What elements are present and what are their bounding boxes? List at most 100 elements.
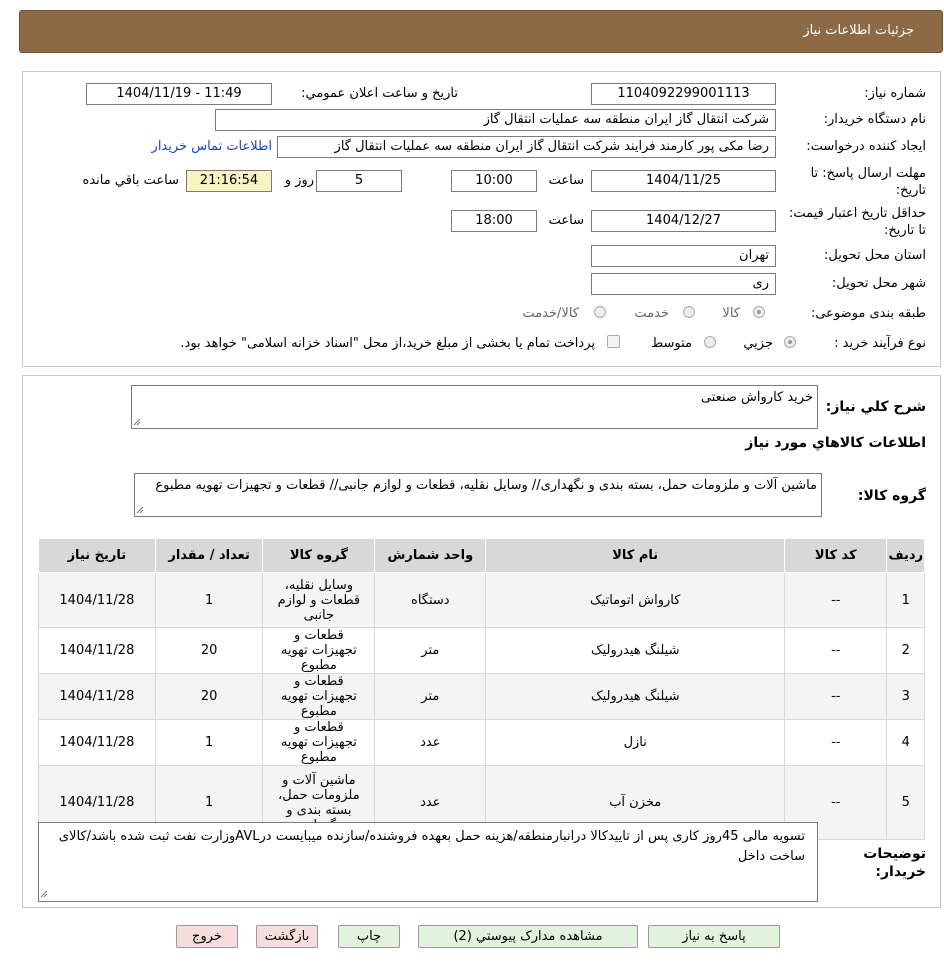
goods-group-label: گروه کالا: [857,488,926,504]
notes-text: تسویه مالی 45روز کاری پس از تاییدکالا در… [58,829,805,864]
goods-info-title: اطلاعات كالاهاي مورد نياز [745,435,926,451]
goods-table: رديف کد کالا نام کالا واحد شمارش گروه کا… [38,538,925,840]
cell-group: وسایل نقلیه، قطعات و لوازم جانبی [262,572,376,628]
table-row: 3 -- شیلنگ هیدرولیک متر قطعات و تجهیزات … [38,673,925,720]
reply-button[interactable]: پاسخ به نياز [648,925,780,948]
creator-field: رضا مکی پور کارمند فرایند شرکت انتقال گا… [277,136,776,158]
category-option-goods-service: کالا/خدمت [522,306,579,321]
table-header-row: رديف کد کالا نام کالا واحد شمارش گروه کا… [38,538,925,573]
payment-note: پرداخت تمام یا بخشی از مبلغ خرید،از محل … [180,336,595,351]
cell-name: نازل [485,719,786,766]
buyer-org-label: نام دستگاه خريدار: [823,112,926,127]
process-label: نوع فرآیند خرید : [834,336,926,351]
remaining-time-field: 21:16:54 [186,170,272,192]
table-row: 2 -- شیلنگ هیدرولیک متر قطعات و تجهیزات … [38,627,925,674]
need-number-label: شماره نیاز: [864,86,926,101]
need-number-field: 1104092299001113 [591,83,776,105]
cell-date: 1404/11/28 [38,627,156,674]
exit-button[interactable]: خروج [176,925,238,948]
resize-grip-icon[interactable] [40,890,48,898]
col-qty: تعداد / مقدار [154,538,264,573]
cell-row: 5 [886,765,925,840]
treasury-checkbox[interactable] [607,335,620,348]
col-row: رديف [886,538,925,573]
cell-unit: متر [374,673,487,720]
page-header: جزئیات اطلاعات نیاز [19,10,943,53]
cell-row: 2 [886,627,925,674]
process-option-medium: متوسط [651,336,692,351]
category-option-service: خدمت [634,306,669,321]
deadline-time-field: 10:00 [451,170,537,192]
cell-row: 4 [886,719,925,766]
announce-label: تاریخ و ساعت اعلان عمومي: [301,86,458,101]
view-attachments-button[interactable]: مشاهده مدارک پيوستي (2) [418,925,638,948]
page-title: جزئیات اطلاعات نیاز [803,23,914,38]
remaining-label: ساعت باقي مانده [82,173,179,188]
province-field: تهران [591,245,776,267]
notes-label: توضيحات خريدار: [863,846,926,880]
cell-name: کارواش اتوماتیک [485,572,786,628]
resize-grip-icon[interactable] [133,418,141,426]
cell-unit: متر [374,627,487,674]
cell-unit: عدد [374,719,487,766]
cell-row: 3 [886,673,925,720]
col-code: کد کالا [784,538,888,573]
days-field: 5 [316,170,402,192]
cell-name: شیلنگ هیدرولیک [485,673,786,720]
category-label: طبقه بندی موضوعی: [810,306,926,321]
col-unit: واحد شمارش [374,538,487,573]
announce-field: 1404/11/19 - 11:49 [86,83,272,105]
cell-qty: 1 [154,719,264,766]
process-radio-minor[interactable] [784,336,796,348]
resize-grip-icon[interactable] [136,506,144,514]
print-button[interactable]: چاپ [338,925,400,948]
col-name: نام کالا [485,538,786,573]
validity-label: حداقل تاريخ اعتبار قيمت: تا تاريخ: [788,206,926,238]
cell-code: -- [784,572,888,628]
cell-code: -- [784,719,888,766]
city-label: شهر محل تحويل: [831,276,926,291]
process-option-minor: جزيي [743,336,773,351]
cell-group: قطعات و تجهیزات تهویه مطبوع [262,719,376,766]
cell-unit: دستگاه [374,572,487,628]
cell-date: 1404/11/28 [38,673,156,720]
validity-date-field: 1404/12/27 [591,210,776,232]
deadline-time-label: ساعت [548,173,584,188]
cell-row: 1 [886,572,925,628]
cell-qty: 20 [154,673,264,720]
buyer-org-field: شرکت انتقال گاز ایران منطقه سه عملیات ان… [215,109,776,131]
cell-group: قطعات و تجهیزات تهویه مطبوع [262,627,376,674]
category-radio-goods[interactable] [753,306,765,318]
category-option-goods: کالا [722,306,740,321]
province-label: استان محل تحويل: [824,248,926,263]
summary-label: شرح كلي نياز: [825,399,926,415]
creator-label: ایجاد کننده درخواست: [806,139,926,154]
cell-name: شیلنگ هیدرولیک [485,627,786,674]
deadline-date-field: 1404/11/25 [591,170,776,192]
buyer-contact-link[interactable]: اطلاعات تماس خريدار [152,139,272,154]
cell-date: 1404/11/28 [38,572,156,628]
validity-time-field: 18:00 [451,210,537,232]
deadline-label: مهلت ارسال پاسخ: تا تاريخ: [810,166,926,198]
cell-qty: 20 [154,627,264,674]
table-row: 1 -- کارواش اتوماتیک دستگاه وسایل نقلیه،… [38,572,925,628]
col-group: گروه کالا [262,538,376,573]
validity-time-label: ساعت [548,213,584,228]
category-radio-service[interactable] [683,306,695,318]
days-label: روز و [284,173,314,188]
goods-group-field: ماشین آلات و ملزومات حمل، بسته بندی و نگ… [134,473,822,517]
cell-code: -- [784,627,888,674]
summary-field: خرید کارواش صنعتی [131,385,818,429]
table-row: 4 -- نازل عدد قطعات و تجهیزات تهویه مطبو… [38,719,925,766]
summary-text: خرید کارواش صنعتی [700,390,813,405]
cell-qty: 1 [154,572,264,628]
cell-group: قطعات و تجهیزات تهویه مطبوع [262,673,376,720]
category-radio-goods-service[interactable] [594,306,606,318]
notes-field: تسویه مالی 45روز کاری پس از تاییدکالا در… [38,822,818,902]
process-radio-medium[interactable] [704,336,716,348]
city-field: ری [591,273,776,295]
col-date: تاريخ نياز [38,538,156,573]
goods-group-text: ماشین آلات و ملزومات حمل، بسته بندی و نگ… [155,478,817,493]
cell-date: 1404/11/28 [38,719,156,766]
back-button[interactable]: بازگشت [256,925,318,948]
